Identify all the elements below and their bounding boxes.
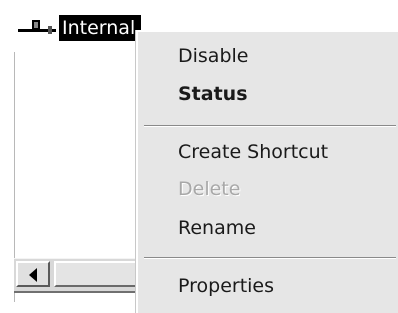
menu-item-rename[interactable]: Rename — [178, 216, 256, 240]
menu-item-create-shortcut[interactable]: Create Shortcut — [178, 140, 328, 164]
menu-item-disable[interactable]: Disable — [178, 44, 248, 68]
menu-separator — [144, 125, 396, 127]
arrow-left-icon — [29, 268, 37, 282]
context-menu: Disable Status Create Shortcut Delete Re… — [136, 30, 398, 313]
network-connection-label: Internal — [59, 15, 142, 41]
menu-item-delete: Delete — [178, 178, 241, 200]
menu-separator — [144, 257, 396, 259]
scroll-left-button[interactable] — [16, 261, 50, 287]
scroll-thumb[interactable] — [54, 261, 144, 287]
menu-item-properties[interactable]: Properties — [178, 274, 274, 298]
menu-item-status[interactable]: Status — [178, 82, 248, 106]
network-connection-icon — [18, 20, 56, 34]
